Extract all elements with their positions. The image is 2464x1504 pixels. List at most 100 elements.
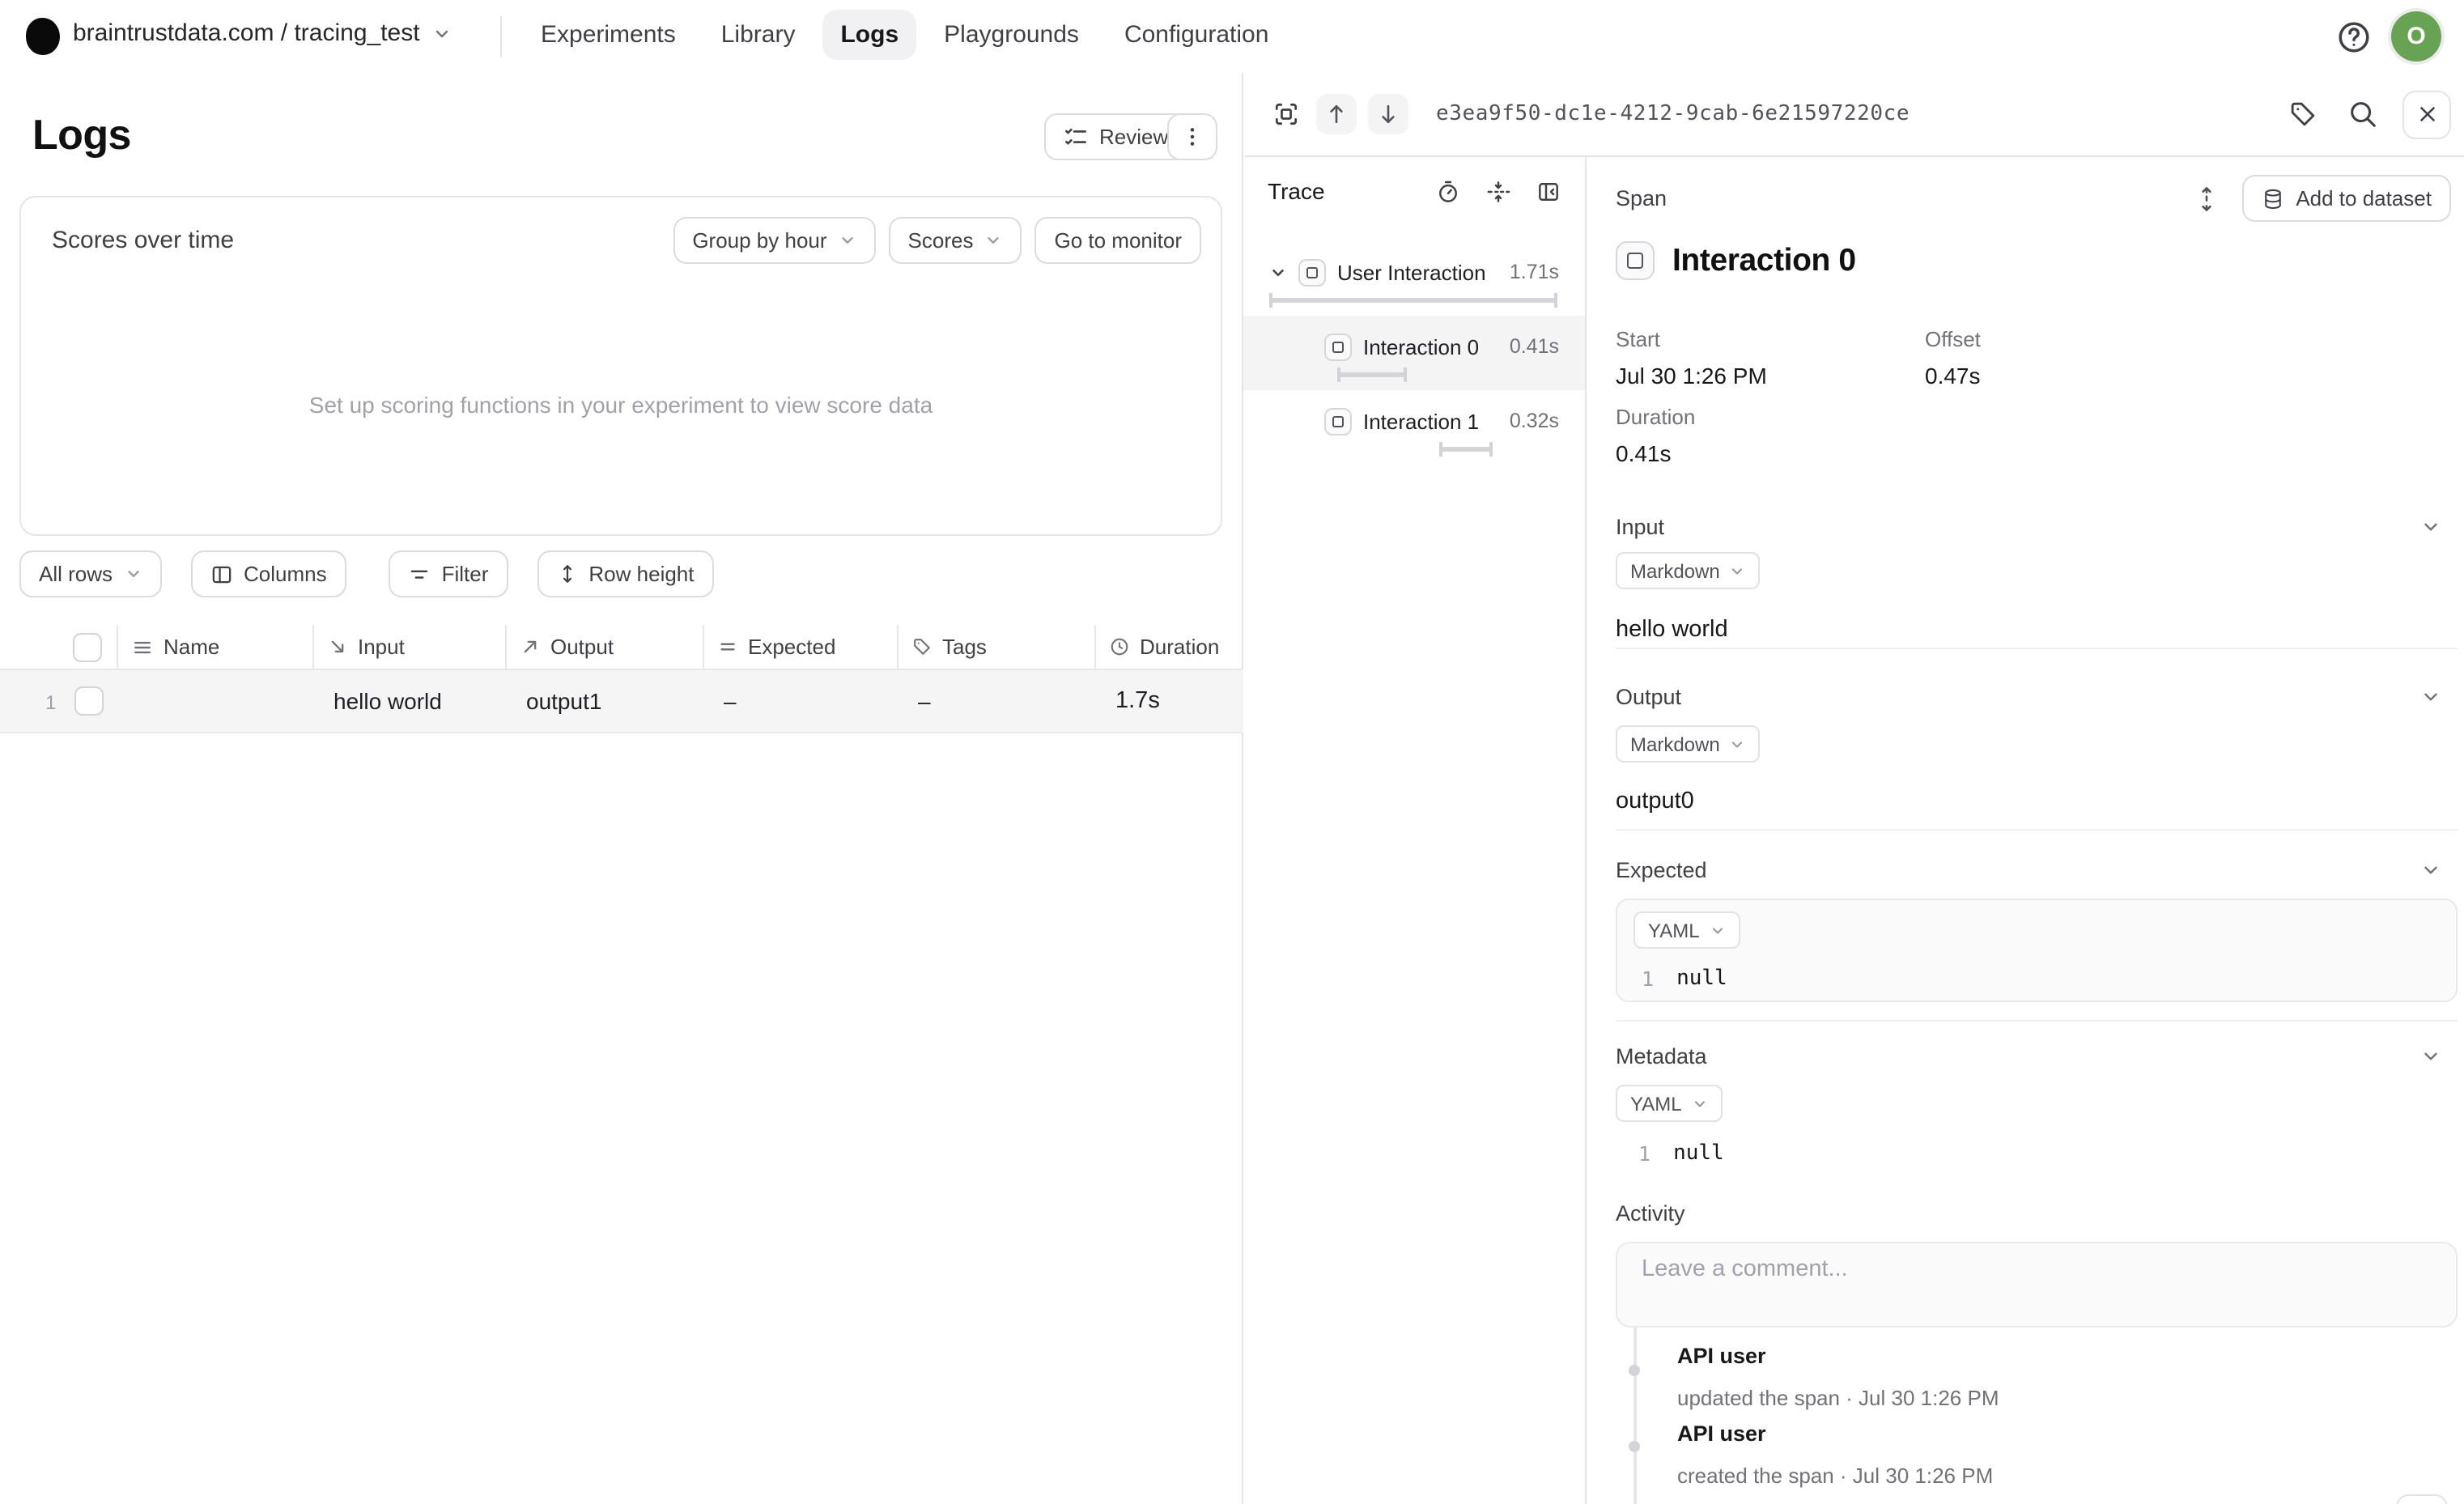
metadata-format-dropdown[interactable]: YAML	[1616, 1085, 1723, 1122]
chevron-down-icon[interactable]	[2420, 516, 2441, 537]
nav-divider	[500, 16, 502, 57]
select-all-checkbox[interactable]	[73, 633, 102, 662]
table-row[interactable]: 1 hello world output1 – – 1.7s	[0, 670, 1243, 733]
chevron-down-icon	[433, 23, 452, 43]
column-header-duration[interactable]: Duration	[1094, 625, 1243, 669]
column-header-input[interactable]: Input	[312, 625, 505, 669]
scores-dropdown[interactable]: Scores	[888, 217, 1022, 264]
output-label: Output	[1616, 685, 1682, 709]
column-header-expected[interactable]: Expected	[703, 625, 897, 669]
previous-row-button[interactable]	[1316, 94, 1357, 134]
trace-title: Trace	[1268, 178, 1325, 204]
row-height-button[interactable]: Row height	[537, 550, 714, 597]
cell-input: hello world	[333, 688, 442, 714]
avatar[interactable]: O	[2391, 11, 2441, 62]
input-format-dropdown[interactable]: Markdown	[1616, 552, 1761, 589]
expected-format-dropdown[interactable]: YAML	[1633, 911, 1740, 949]
scores-empty-message: Set up scoring functions in your experim…	[308, 392, 933, 418]
search-icon[interactable]	[2343, 95, 2381, 134]
stopwatch-icon[interactable]	[1436, 179, 1460, 203]
review-label: Review	[1099, 125, 1169, 149]
duration-value: 0.41s	[1616, 440, 1672, 466]
trace-row-label: Interaction 0	[1363, 334, 1480, 359]
column-header-tags[interactable]: Tags	[897, 625, 1094, 669]
tab-configuration[interactable]: Configuration	[1107, 10, 1286, 60]
chevron-down-icon[interactable]	[2420, 860, 2441, 881]
database-icon	[2262, 187, 2284, 210]
go-to-monitor-button[interactable]: Go to monitor	[1034, 217, 1201, 264]
group-by-dropdown[interactable]: Group by hour	[673, 217, 876, 264]
row-select-cell: 1	[0, 670, 117, 732]
trace-timeline-bar	[1337, 368, 1407, 382]
help-icon[interactable]	[2336, 19, 2372, 55]
group-by-label: Group by hour	[692, 228, 827, 253]
breadcrumb-label: braintrustdata.com / tracing_test	[73, 19, 420, 47]
next-row-button[interactable]	[1368, 94, 1408, 134]
filter-button[interactable]: Filter	[388, 550, 508, 597]
column-header-name[interactable]: Name	[117, 625, 312, 669]
chevron-down-icon[interactable]	[1269, 263, 1287, 281]
activity-label: Activity	[1616, 1201, 1685, 1226]
columns-button[interactable]: Columns	[190, 550, 346, 597]
trace-row-duration: 0.41s	[1509, 335, 1559, 358]
tab-logs[interactable]: Logs	[822, 10, 917, 60]
span-title: Interaction 0	[1672, 242, 1856, 278]
chevron-down-icon	[1730, 736, 1746, 752]
cell-output: output1	[526, 688, 602, 714]
close-icon[interactable]	[2402, 90, 2451, 138]
chevron-down-icon[interactable]	[2420, 686, 2441, 707]
expected-label: Expected	[1616, 858, 1707, 882]
row-checkbox[interactable]	[74, 686, 104, 716]
all-rows-dropdown[interactable]: All rows	[19, 550, 162, 597]
move-vertical-icon[interactable]	[2194, 185, 2220, 211]
metadata-section-header: Metadata	[1616, 1044, 2441, 1069]
trace-header: Trace	[1243, 157, 1585, 225]
tab-library[interactable]: Library	[703, 10, 814, 60]
offset-label: Offset	[1925, 327, 1981, 351]
tab-playgrounds[interactable]: Playgrounds	[926, 10, 1097, 60]
breadcrumb[interactable]: braintrustdata.com / tracing_test	[73, 19, 452, 47]
chevron-down-icon[interactable]	[2420, 1046, 2441, 1067]
scores-card-controls: Group by hour Scores Go to monitor	[673, 217, 1201, 264]
tag-icon[interactable]	[2283, 95, 2322, 134]
brand-logo-icon[interactable]	[26, 18, 60, 55]
column-header-output[interactable]: Output	[505, 625, 703, 669]
column-label: Name	[164, 635, 220, 659]
scores-label: Scores	[907, 228, 974, 253]
review-button[interactable]: Review	[1044, 113, 1188, 160]
more-options-button[interactable]	[1167, 113, 1217, 160]
metadata-label: Metadata	[1616, 1044, 1707, 1069]
span-panel: Span Add to dataset Interaction 0 Start …	[1587, 157, 2464, 1504]
output-content: output0	[1616, 788, 1694, 814]
span-panel-title: Span	[1616, 186, 1667, 210]
collapse-vertical-icon[interactable]	[1486, 179, 1510, 203]
table-toolbar: All rows Columns Filter Row height	[19, 550, 714, 597]
top-nav: braintrustdata.com / tracing_test Experi…	[0, 0, 2464, 73]
scroll-corner-button[interactable]	[2396, 1494, 2448, 1504]
input-content: hello world	[1616, 617, 1728, 643]
equals-icon	[717, 636, 738, 657]
input-label: Input	[1616, 515, 1665, 539]
menu-icon	[131, 635, 154, 658]
trace-row-user-interaction[interactable]: User Interaction 1.71s	[1243, 241, 1585, 316]
input-section-header: Input	[1616, 515, 2441, 539]
format-label: Markdown	[1630, 733, 1720, 755]
tab-experiments[interactable]: Experiments	[523, 10, 694, 60]
trace-tree: User Interaction 1.71s Interaction 0 0.4…	[1243, 225, 1585, 465]
timeline-dot	[1629, 1441, 1640, 1452]
go-to-monitor-label: Go to monitor	[1054, 228, 1182, 253]
output-format-dropdown[interactable]: Markdown	[1616, 725, 1761, 763]
trace-row-interaction-0[interactable]: Interaction 0 0.41s	[1243, 316, 1585, 390]
trace-row-interaction-1[interactable]: Interaction 1 0.32s	[1243, 390, 1585, 465]
add-to-dataset-button[interactable]: Add to dataset	[2242, 175, 2451, 222]
panel-collapse-icon[interactable]	[1536, 179, 1561, 203]
expand-frame-icon[interactable]	[1266, 95, 1305, 134]
span-offset-field: Offset 0.47s	[1925, 327, 1981, 389]
trace-timeline-bar	[1439, 442, 1493, 457]
trace-panel: Trace User Interaction 1.71s Interaction…	[1243, 157, 1587, 1504]
comment-input[interactable]	[1616, 1242, 2458, 1328]
scores-card-title: Scores over time	[52, 227, 235, 254]
format-label: YAML	[1630, 1092, 1682, 1115]
chevron-down-icon	[1730, 563, 1746, 579]
span-type-icon	[1298, 258, 1326, 286]
